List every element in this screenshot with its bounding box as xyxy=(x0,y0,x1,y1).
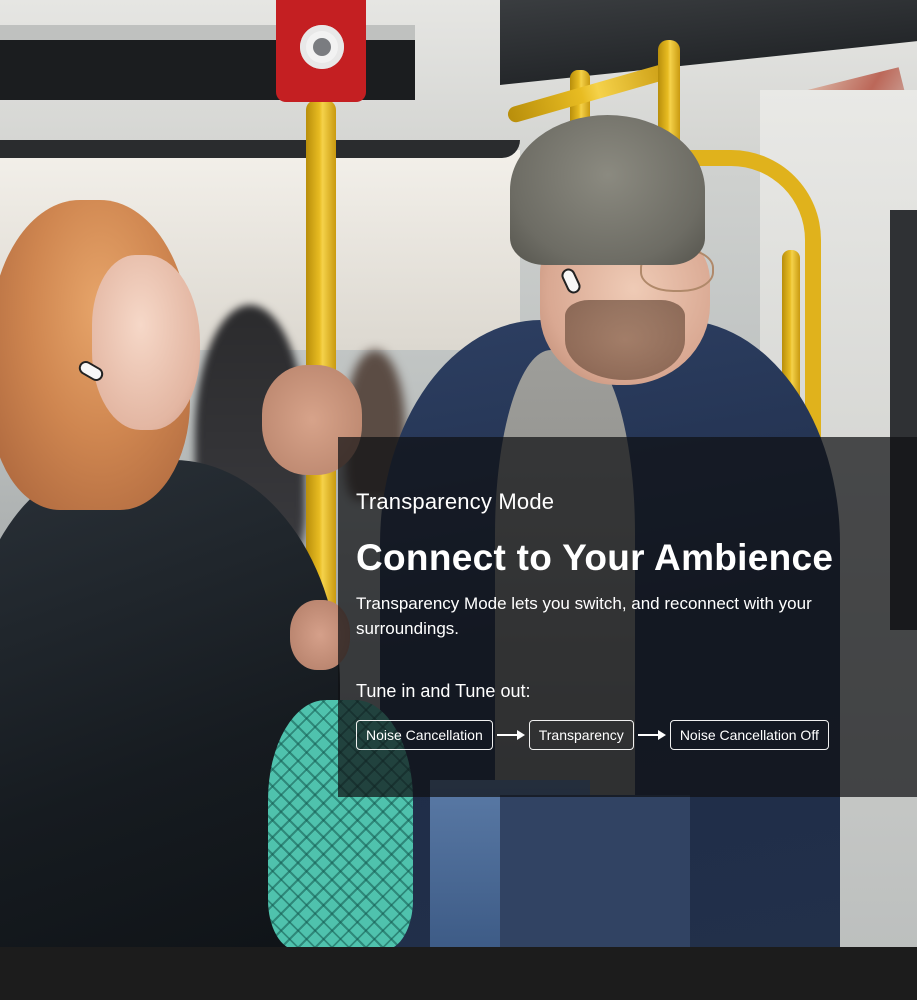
feature-headline: Connect to Your Ambience xyxy=(356,537,834,578)
window-frame xyxy=(0,140,520,158)
stop-button-device xyxy=(276,0,366,102)
mode-chip-transparency: Transparency xyxy=(528,720,634,750)
arrow-right-icon xyxy=(634,721,670,749)
woman-face xyxy=(92,255,200,430)
man-beanie xyxy=(510,115,705,265)
man-beard xyxy=(565,300,685,380)
hero-photo: Transparency Mode Connect to Your Ambien… xyxy=(0,0,917,947)
tune-label: Tune in and Tune out: xyxy=(356,681,531,701)
man-pants xyxy=(500,795,690,947)
feature-overlay: Transparency Mode Connect to Your Ambien… xyxy=(338,437,917,797)
bottom-bar xyxy=(0,947,917,1000)
mode-chip-noise-cancellation-off: Noise Cancellation Off xyxy=(669,720,829,750)
feature-description: Transparency Mode lets you switch, and r… xyxy=(356,594,812,638)
mode-chip-noise-cancellation: Noise Cancellation xyxy=(356,720,493,750)
mode-flow: Noise Cancellation Transparency Noise Ca… xyxy=(356,720,829,750)
stop-button-core xyxy=(313,38,331,56)
arrow-right-icon xyxy=(493,721,529,749)
mode-title: Transparency Mode xyxy=(356,489,555,514)
